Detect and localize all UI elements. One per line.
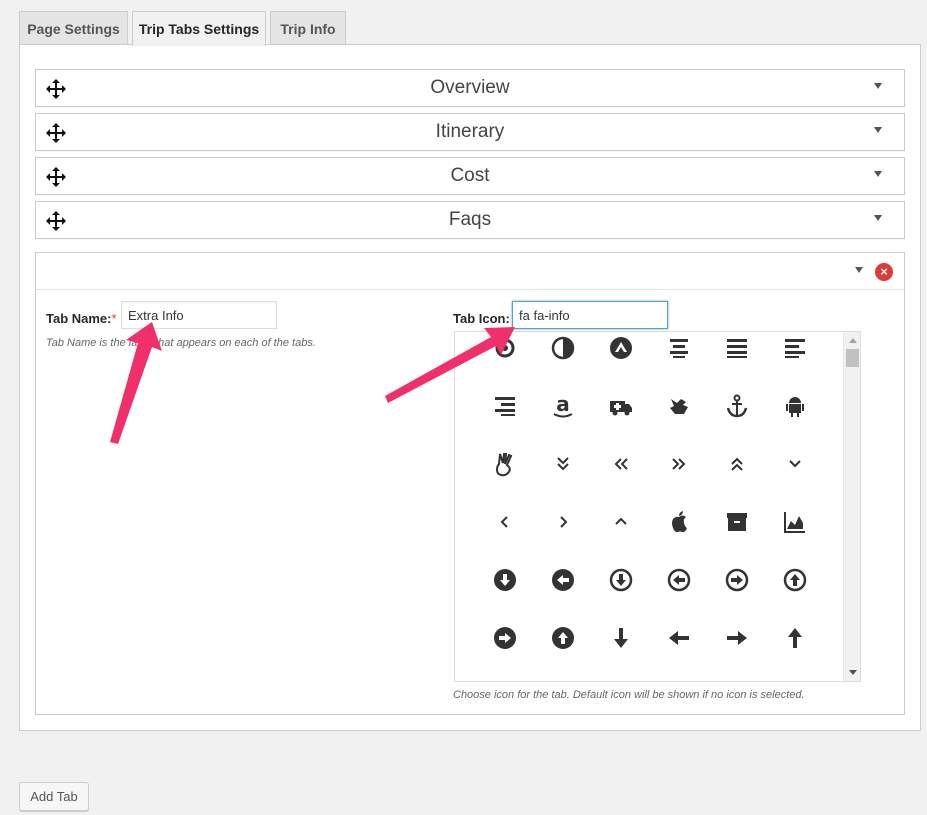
align-right-icon[interactable] [485,386,525,426]
arrow-down-icon[interactable] [601,618,641,658]
angellist-icon[interactable] [485,444,525,484]
arrow-circle-o-left-icon[interactable] [659,560,699,600]
scroll-down-icon[interactable] [844,664,860,681]
accordion-overview[interactable]: Overview [35,69,905,107]
accordion-title: Cost [450,165,490,186]
caret-down-icon[interactable] [874,171,882,177]
move-icon[interactable] [46,167,66,187]
scroll-thumb[interactable] [846,349,859,367]
move-icon[interactable] [46,211,66,231]
tab-trip-info[interactable]: Trip Info [270,11,346,45]
new-tab-editor: × Tab Name:* Tab Name is the label that … [35,252,905,715]
icon-picker-scrollbar[interactable] [843,332,860,681]
apple-icon[interactable] [659,502,699,542]
accordion-title: Overview [430,77,510,98]
arrow-right-icon[interactable] [717,618,757,658]
close-icon[interactable]: × [875,263,893,281]
scroll-up-icon[interactable] [844,332,860,349]
align-left-icon[interactable] [775,332,815,368]
arrow-circle-o-down-icon[interactable] [601,560,641,600]
arrow-circle-down-icon[interactable] [485,560,525,600]
adn-icon[interactable] [601,332,641,368]
sign-language-icon[interactable] [659,386,699,426]
angle-up-icon[interactable] [601,502,641,542]
tab-icon-input[interactable] [512,301,668,329]
angle-right-icon[interactable] [543,502,583,542]
move-icon[interactable] [46,79,66,99]
500px-icon[interactable] [485,332,525,368]
arrow-circle-o-right-icon[interactable] [717,560,757,600]
angle-double-right-icon[interactable] [659,444,699,484]
anchor-icon[interactable] [717,386,757,426]
area-chart-icon[interactable] [775,502,815,542]
adjust-icon[interactable] [543,332,583,368]
tab-trip-tabs-settings[interactable]: Trip Tabs Settings [132,11,266,46]
tab-icon-description: Choose icon for the tab. Default icon wi… [453,689,805,701]
accordion-itinerary[interactable]: Itinerary [35,113,905,151]
caret-down-icon[interactable] [855,267,863,273]
required-mark: * [111,311,117,326]
angle-down-icon[interactable] [775,444,815,484]
align-center-icon[interactable] [659,332,699,368]
move-icon[interactable] [46,123,66,143]
amazon-icon[interactable]: a [543,386,583,426]
archive-icon[interactable] [717,502,757,542]
caret-down-icon[interactable] [874,127,882,133]
angle-double-left-icon[interactable] [601,444,641,484]
arrow-circle-left-icon[interactable] [543,560,583,600]
arrow-left-icon[interactable] [659,618,699,658]
tab-name-description: Tab Name is the label that appears on ea… [46,337,316,349]
align-justify-icon[interactable] [717,332,757,368]
arrow-circle-up-icon[interactable] [543,618,583,658]
android-icon[interactable] [775,386,815,426]
arrow-circle-o-up-icon[interactable] [775,560,815,600]
arrow-circle-right-icon[interactable] [485,618,525,658]
tab-name-input[interactable] [121,301,277,329]
caret-down-icon[interactable] [874,83,882,89]
add-tab-button[interactable]: Add Tab [19,782,89,811]
ambulance-icon[interactable] [601,386,641,426]
trip-tabs-panel: Overview Itinerary Cost Faqs × Tab Name:… [19,44,921,731]
angle-double-down-icon[interactable] [543,444,583,484]
accordion-cost[interactable]: Cost [35,157,905,195]
caret-down-icon[interactable] [874,215,882,221]
accordion-title: Faqs [448,209,492,230]
arrow-up-icon[interactable] [775,618,815,658]
tab-page-settings[interactable]: Page Settings [19,11,128,45]
tab-icon-label: Tab Icon: [453,311,510,326]
accordion-title: Itinerary [435,121,505,142]
angle-double-up-icon[interactable] [717,444,757,484]
icon-picker[interactable]: a [454,331,861,682]
accordion-faqs[interactable]: Faqs [35,201,905,239]
svg-text:a: a [556,393,570,416]
angle-left-icon[interactable] [485,502,525,542]
editor-header: × [36,253,904,290]
tab-name-label: Tab Name:* [46,311,117,326]
